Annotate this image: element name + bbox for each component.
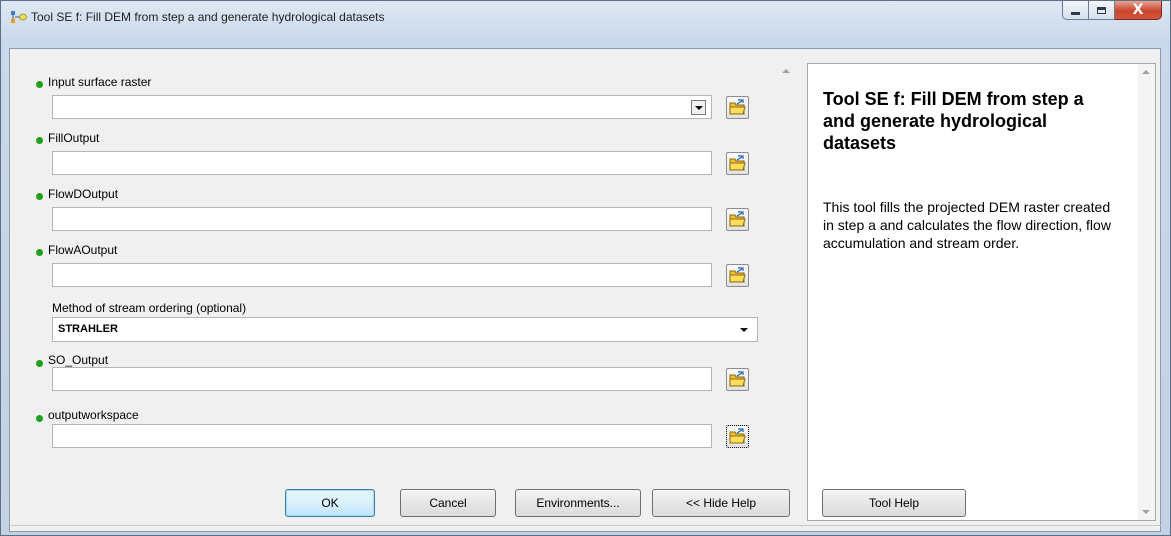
close-button[interactable]: X (1115, 1, 1162, 20)
environments-button[interactable]: Environments... (515, 489, 641, 517)
required-dot-icon (36, 415, 43, 422)
chevron-down-icon (695, 106, 703, 110)
param-label-so-output: SO_Output (48, 353, 109, 367)
input-surface-raster-dropdown-button[interactable] (691, 100, 706, 115)
minimize-button[interactable] (1062, 1, 1089, 20)
cancel-button[interactable]: Cancel (400, 489, 496, 517)
browse-input-surface-raster-button[interactable] (726, 96, 749, 119)
flowdoutput-input[interactable] (52, 207, 712, 231)
chevron-down-icon (740, 328, 748, 332)
help-title: Tool SE f: Fill DEM from step a and gene… (823, 89, 1084, 153)
parameters-panel: Input surface raster FillOutput FlowDOut… (22, 59, 785, 519)
window-title: Tool SE f: Fill DEM from step a and gene… (31, 10, 385, 24)
browse-so-output-button[interactable] (726, 368, 749, 391)
button-bar-divider (11, 525, 1161, 526)
maximize-button[interactable] (1089, 1, 1115, 20)
window-controls: X (1062, 1, 1162, 21)
folder-browse-icon (729, 99, 746, 115)
folder-browse-icon (729, 211, 746, 227)
help-body: This tool fills the projected DEM raster… (823, 199, 1111, 251)
param-label-flowaoutput: FlowAOutput (48, 243, 118, 257)
param-label-input-surface-raster: Input surface raster (48, 75, 152, 89)
param-label-filloutput: FillOutput (48, 131, 100, 145)
filloutput-input[interactable] (52, 151, 712, 175)
browse-outputworkspace-button[interactable] (726, 425, 749, 448)
flowaoutput-input[interactable] (52, 263, 712, 287)
close-icon: X (1132, 2, 1144, 18)
title-bar[interactable]: Tool SE f: Fill DEM from step a and gene… (1, 1, 1170, 31)
help-panel: Tool SE f: Fill DEM from step a and gene… (807, 63, 1156, 521)
required-dot-icon (36, 137, 43, 144)
input-surface-raster-combo[interactable] (52, 95, 712, 119)
folder-browse-icon (729, 371, 746, 387)
param-label-flowdoutput: FlowDOutput (48, 187, 119, 201)
browse-flowaoutput-button[interactable] (726, 264, 749, 287)
param-label-outputworkspace: outputworkspace (48, 408, 139, 422)
maximize-icon (1097, 6, 1106, 14)
parameters-scrollbar[interactable] (778, 63, 795, 519)
folder-browse-icon (729, 267, 746, 283)
stream-ordering-value: STRAHLER (58, 323, 118, 335)
outputworkspace-input[interactable] (52, 424, 712, 448)
minimize-icon (1071, 12, 1080, 15)
required-dot-icon (36, 81, 43, 88)
required-dot-icon (36, 249, 43, 256)
ok-button[interactable]: OK (285, 489, 375, 517)
dialog-client-area: Input surface raster FillOutput FlowDOut… (9, 48, 1161, 532)
param-label-stream-ordering: Method of stream ordering (optional) (52, 301, 247, 315)
scroll-up-icon[interactable] (1142, 70, 1150, 74)
required-dot-icon (36, 360, 43, 367)
help-scrollbar[interactable] (1138, 64, 1155, 520)
model-tool-icon (11, 11, 27, 23)
folder-browse-icon (729, 428, 746, 444)
required-dot-icon (36, 193, 43, 200)
tool-help-button[interactable]: Tool Help (822, 489, 966, 517)
folder-browse-icon (729, 155, 746, 171)
hide-help-button[interactable]: << Hide Help (652, 489, 790, 517)
scroll-up-icon[interactable] (782, 69, 790, 73)
so-output-input[interactable] (52, 367, 712, 391)
scroll-down-icon[interactable] (1142, 510, 1150, 514)
browse-filloutput-button[interactable] (726, 152, 749, 175)
stream-ordering-select[interactable]: STRAHLER (52, 317, 758, 342)
tool-dialog-window: Tool SE f: Fill DEM from step a and gene… (0, 0, 1171, 536)
browse-flowdoutput-button[interactable] (726, 208, 749, 231)
